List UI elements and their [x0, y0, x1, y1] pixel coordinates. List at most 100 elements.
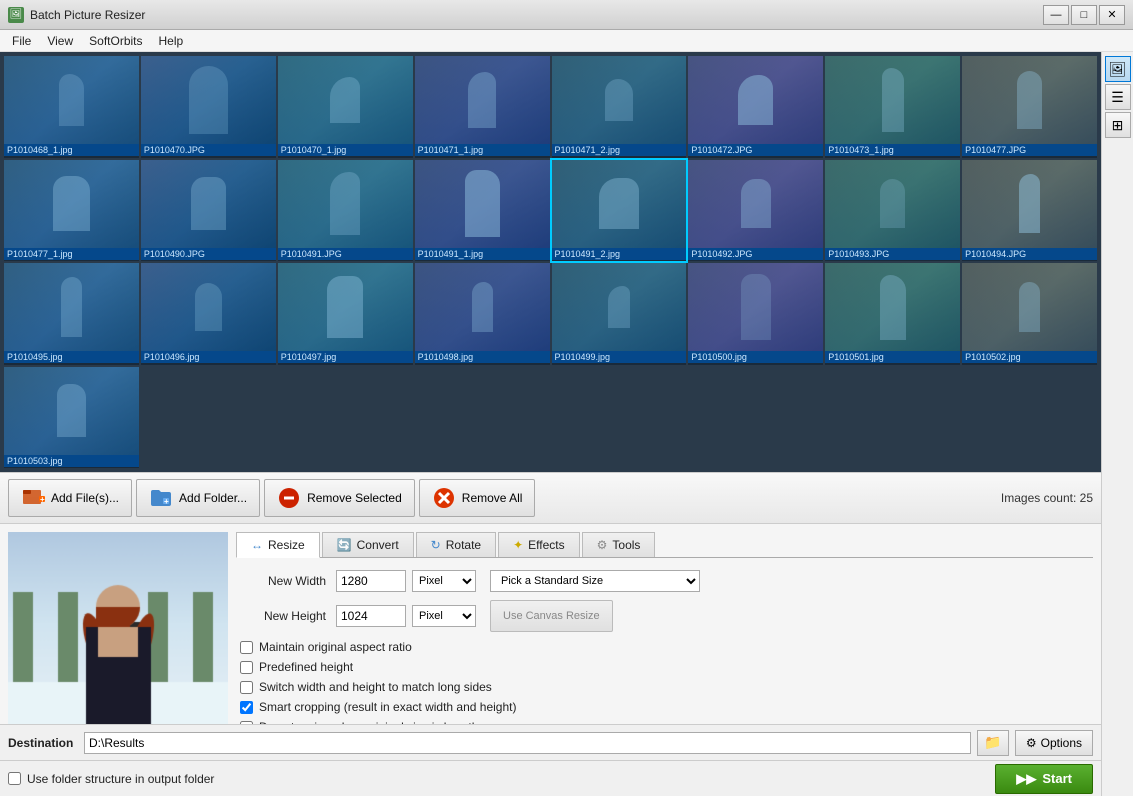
settings-content: New Width Pixel Percent Cm Inch Pick a S… — [236, 566, 1093, 724]
svg-text:+: + — [40, 495, 45, 504]
main-layout: P1010468_1.jpgP1010470.JPGP1010470_1.jpg… — [0, 52, 1133, 796]
preview-canvas — [8, 532, 228, 724]
thumbnail-label: P1010491_2.jpg — [552, 248, 687, 260]
thumbnail-label: P1010473_1.jpg — [825, 144, 960, 156]
thumbnail-item[interactable]: P1010495.jpg — [4, 263, 139, 365]
thumbnail-label: P1010490.JPG — [141, 248, 276, 260]
start-button[interactable]: ▶▶ Start — [995, 764, 1093, 794]
thumbnail-item[interactable]: P1010470_1.jpg — [278, 56, 413, 158]
start-icon: ▶▶ — [1016, 771, 1036, 787]
list-view-button[interactable]: ☰ — [1105, 84, 1131, 110]
tools-tab-label: Tools — [612, 538, 640, 552]
predefined-height-checkbox[interactable] — [240, 661, 253, 674]
thumbnail-item[interactable]: P1010492.JPG — [688, 160, 823, 262]
svg-text:+: + — [164, 497, 169, 506]
add-files-label: Add File(s)... — [51, 491, 119, 505]
options-button[interactable]: ⚙ Options — [1015, 730, 1093, 756]
thumbnail-item[interactable]: P1010491.JPG — [278, 160, 413, 262]
browse-destination-button[interactable]: 📁 — [977, 730, 1009, 756]
width-input[interactable] — [336, 570, 406, 592]
thumbnail-label: P1010470.JPG — [141, 144, 276, 156]
right-sidebar: 🖼 ☰ ⊞ — [1101, 52, 1133, 796]
menu-file[interactable]: File — [4, 32, 39, 50]
convert-tab-icon: 🔄 — [337, 538, 352, 552]
preview-container — [8, 532, 228, 724]
tab-effects[interactable]: ✦ Effects — [498, 532, 580, 557]
use-canvas-button[interactable]: Use Canvas Resize — [490, 600, 613, 632]
thumbnail-item[interactable]: P1010500.jpg — [688, 263, 823, 365]
switch-dimensions-checkbox[interactable] — [240, 681, 253, 694]
thumbnail-item[interactable]: P1010501.jpg — [825, 263, 960, 365]
thumbnail-item[interactable]: P1010503.jpg — [4, 367, 139, 469]
thumbnail-label: P1010499.jpg — [552, 351, 687, 363]
height-unit-select[interactable]: Pixel Percent Cm Inch — [412, 605, 476, 627]
grid-view-button[interactable]: ⊞ — [1105, 112, 1131, 138]
list-view-icon: ☰ — [1111, 89, 1124, 106]
thumbnail-item[interactable]: P1010494.JPG — [962, 160, 1097, 262]
resize-tab-icon: ↔ — [251, 538, 263, 552]
destination-bar: Destination 📁 ⚙ Options — [0, 724, 1101, 760]
tools-tab-icon: ⚙ — [597, 538, 608, 552]
thumbnail-item[interactable]: P1010491_2.jpg — [552, 160, 687, 262]
tab-resize[interactable]: ↔ Resize — [236, 532, 320, 558]
add-files-button[interactable]: + Add File(s)... — [8, 479, 132, 517]
height-input[interactable] — [336, 605, 406, 627]
thumbnail-item[interactable]: P1010468_1.jpg — [4, 56, 139, 158]
thumbnail-label: P1010502.jpg — [962, 351, 1097, 363]
tab-tools[interactable]: ⚙ Tools — [582, 532, 656, 557]
folder-browse-icon: 📁 — [984, 734, 1001, 751]
tab-rotate[interactable]: ↻ Rotate — [416, 532, 496, 557]
app-title: Batch Picture Resizer — [30, 8, 1043, 22]
destination-input[interactable] — [84, 732, 971, 754]
thumbnail-item[interactable]: P1010496.jpg — [141, 263, 276, 365]
thumbnail-label: P1010491.JPG — [278, 248, 413, 260]
thumbnail-item[interactable]: P1010491_1.jpg — [415, 160, 550, 262]
images-count-label: Images count: — [1001, 491, 1076, 505]
app-icon: 🖼 — [8, 7, 24, 23]
thumbnail-item[interactable]: P1010477.JPG — [962, 56, 1097, 158]
maximize-button[interactable]: □ — [1071, 5, 1097, 25]
thumbnail-item[interactable]: P1010472.JPG — [688, 56, 823, 158]
thumbnail-label: P1010495.jpg — [4, 351, 139, 363]
add-folder-button[interactable]: + Add Folder... — [136, 479, 260, 517]
use-folder-label: Use folder structure in output folder — [27, 772, 214, 786]
close-button[interactable]: ✕ — [1099, 5, 1125, 25]
thumbnail-label: P1010503.jpg — [4, 455, 139, 467]
thumbnail-item[interactable]: P1010470.JPG — [141, 56, 276, 158]
tab-convert[interactable]: 🔄 Convert — [322, 532, 414, 557]
maintain-aspect-label: Maintain original aspect ratio — [259, 640, 412, 654]
standard-size-select[interactable]: Pick a Standard Size 800x600 1024x768 12… — [490, 570, 700, 592]
maintain-aspect-checkbox[interactable] — [240, 641, 253, 654]
images-count: Images count: 25 — [1001, 491, 1093, 505]
thumbnail-grid[interactable]: P1010468_1.jpgP1010470.JPGP1010470_1.jpg… — [0, 52, 1101, 472]
thumbnail-item[interactable]: P1010499.jpg — [552, 263, 687, 365]
thumbnail-item[interactable]: P1010473_1.jpg — [825, 56, 960, 158]
thumbnail-item[interactable]: P1010477_1.jpg — [4, 160, 139, 262]
thumbnail-item[interactable]: P1010471_1.jpg — [415, 56, 550, 158]
thumbnail-item[interactable]: P1010471_2.jpg — [552, 56, 687, 158]
use-folder-checkbox[interactable] — [8, 772, 21, 785]
menu-help[interactable]: Help — [151, 32, 192, 50]
start-label: Start — [1042, 771, 1072, 786]
thumbnail-item[interactable]: P1010493.JPG — [825, 160, 960, 262]
remove-all-button[interactable]: Remove All — [419, 479, 536, 517]
thumbnail-label: P1010501.jpg — [825, 351, 960, 363]
rotate-tab-label: Rotate — [446, 538, 481, 552]
smart-cropping-checkbox[interactable] — [240, 701, 253, 714]
remove-selected-button[interactable]: Remove Selected — [264, 479, 415, 517]
add-files-icon: + — [21, 486, 45, 510]
gear-icon: ⚙ — [1026, 736, 1037, 750]
width-label: New Width — [240, 574, 330, 588]
thumbnail-view-button[interactable]: 🖼 — [1105, 56, 1131, 82]
thumbnail-item[interactable]: P1010498.jpg — [415, 263, 550, 365]
menu-view[interactable]: View — [39, 32, 81, 50]
width-unit-select[interactable]: Pixel Percent Cm Inch — [412, 570, 476, 592]
thumbnail-item[interactable]: P1010497.jpg — [278, 263, 413, 365]
menu-softorbits[interactable]: SoftOrbits — [81, 32, 150, 50]
predefined-height-label: Predefined height — [259, 660, 353, 674]
footer: Use folder structure in output folder ▶▶… — [0, 760, 1101, 796]
thumbnail-item[interactable]: P1010502.jpg — [962, 263, 1097, 365]
thumbnail-item[interactable]: P1010490.JPG — [141, 160, 276, 262]
minimize-button[interactable]: — — [1043, 5, 1069, 25]
thumbnail-label: P1010491_1.jpg — [415, 248, 550, 260]
